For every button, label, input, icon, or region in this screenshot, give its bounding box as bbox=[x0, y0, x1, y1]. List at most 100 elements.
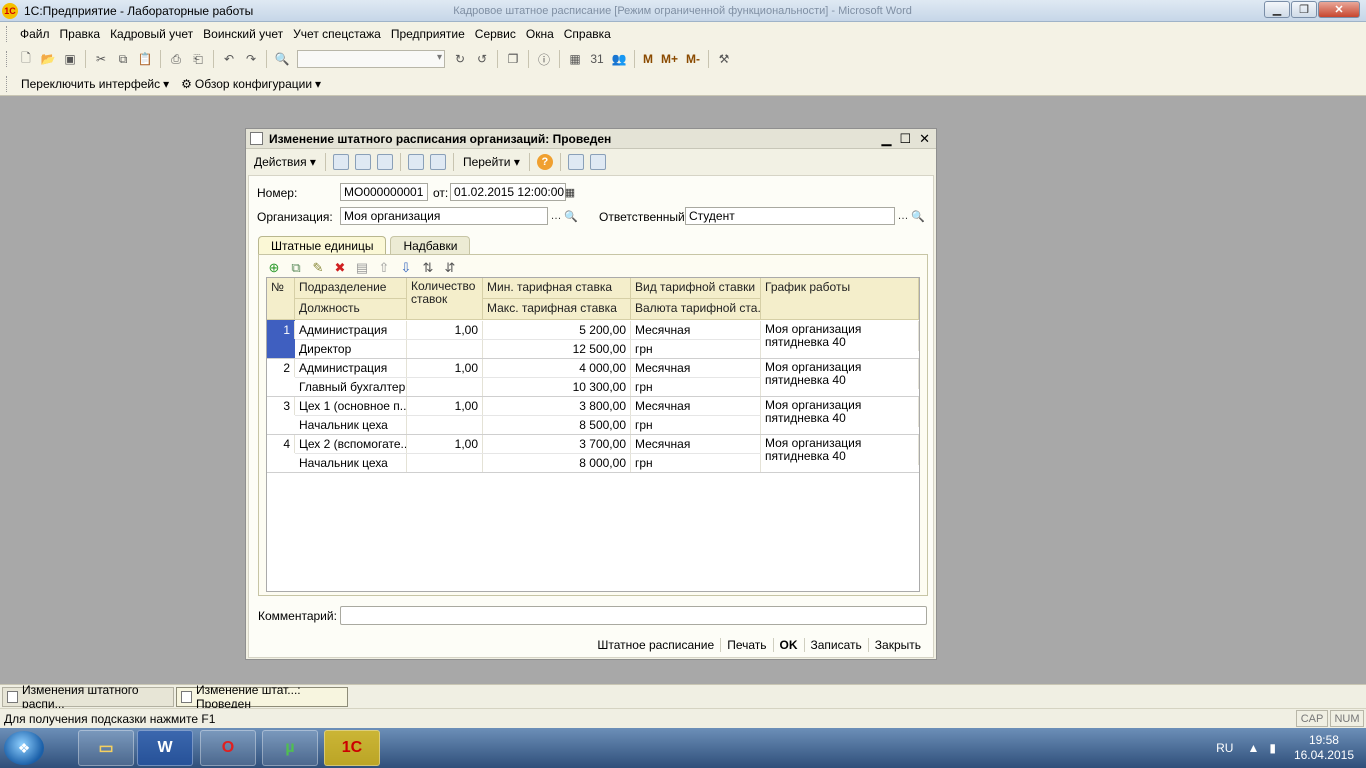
row-currency[interactable]: грн bbox=[631, 340, 761, 358]
list-view-icon[interactable] bbox=[567, 154, 584, 170]
calendar-icon[interactable]: 31 bbox=[589, 51, 605, 67]
tab-staff-units[interactable]: Штатные единицы bbox=[258, 236, 387, 254]
based-on-icon[interactable] bbox=[429, 154, 446, 170]
doc-maximize-button[interactable]: ☐ bbox=[899, 131, 911, 147]
network-icon[interactable]: ▮ bbox=[1269, 741, 1276, 755]
ok-button[interactable]: OK bbox=[772, 638, 804, 652]
row-department[interactable]: Администрация bbox=[295, 359, 407, 377]
tab-allowances[interactable]: Надбавки bbox=[390, 236, 471, 254]
menu-help[interactable]: Справка bbox=[559, 27, 616, 41]
row-position[interactable]: Начальник цеха bbox=[295, 416, 407, 434]
row-min-rate[interactable]: 4 000,00 bbox=[483, 359, 631, 377]
taskbar-opera-icon[interactable]: O bbox=[200, 730, 256, 766]
taskbar-utorrent-icon[interactable]: µ bbox=[262, 730, 318, 766]
config-overview-button[interactable]: ⚙ Обзор конфигурации ▾ bbox=[175, 77, 327, 91]
menu-special-service[interactable]: Учет спецстажа bbox=[288, 27, 386, 41]
save-button[interactable]: Записать bbox=[803, 638, 868, 652]
doc-minimize-button[interactable]: ▁ bbox=[881, 131, 891, 147]
windows-icon[interactable]: ❐ bbox=[505, 51, 521, 67]
row-currency[interactable]: грн bbox=[631, 454, 761, 472]
edit-row-icon[interactable]: ✎ bbox=[309, 260, 327, 276]
structure-icon[interactable] bbox=[589, 154, 606, 170]
organization-field[interactable]: Моя организация bbox=[340, 207, 548, 225]
row-max-rate[interactable]: 8 000,00 bbox=[483, 454, 631, 472]
row-rate-type[interactable]: Месячная bbox=[631, 397, 761, 415]
info-icon[interactable]: ⓘ bbox=[536, 51, 552, 67]
row-min-rate[interactable]: 3 800,00 bbox=[483, 397, 631, 415]
post-icon[interactable] bbox=[332, 154, 349, 170]
row-currency[interactable]: грн bbox=[631, 416, 761, 434]
goto-menu[interactable]: Перейти ▾ bbox=[458, 155, 525, 169]
open-icon[interactable]: 📂 bbox=[40, 51, 56, 67]
undo-icon[interactable]: ↶ bbox=[221, 51, 237, 67]
number-field[interactable]: МО000000001 bbox=[340, 183, 428, 201]
restore-button[interactable]: ❐ bbox=[1291, 1, 1317, 18]
new-document-icon[interactable]: 🗋 bbox=[18, 51, 34, 67]
header-max-rate[interactable]: Макс. тарифная ставка bbox=[483, 299, 631, 320]
memory-m-minus-button[interactable]: M- bbox=[686, 52, 700, 66]
taskbar-1c-icon[interactable]: 1С bbox=[324, 730, 380, 766]
header-min-rate[interactable]: Мин. тарифная ставка bbox=[483, 278, 631, 299]
move-down-icon[interactable]: ⇩ bbox=[397, 260, 415, 276]
header-count[interactable]: Количество ставок bbox=[407, 278, 483, 320]
switch-interface-button[interactable]: Переключить интерфейс ▾ bbox=[15, 77, 175, 91]
language-indicator[interactable]: RU bbox=[1216, 741, 1233, 755]
tools-icon[interactable]: ⚒ bbox=[716, 51, 732, 67]
taskbar-word-icon[interactable]: W bbox=[137, 730, 193, 766]
copy-icon[interactable]: ⧉ bbox=[115, 51, 131, 67]
sort-asc-icon[interactable]: ⇅ bbox=[419, 260, 437, 276]
help-icon[interactable]: ? bbox=[536, 154, 553, 170]
users-icon[interactable]: 👥 bbox=[611, 51, 627, 67]
taskbar-explorer-icon[interactable]: ▭ bbox=[78, 730, 134, 766]
responsible-field[interactable]: Студент bbox=[685, 207, 895, 225]
row-min-rate[interactable]: 3 700,00 bbox=[483, 435, 631, 453]
refresh-icon[interactable] bbox=[354, 154, 371, 170]
copy-row-icon[interactable]: ⧉ bbox=[287, 260, 305, 276]
move-up-icon[interactable]: ⇧ bbox=[375, 260, 393, 276]
row-department[interactable]: Цех 2 (вспомогате... bbox=[295, 435, 407, 453]
header-num[interactable]: № bbox=[267, 278, 295, 320]
header-currency[interactable]: Валюта тарифной ста... bbox=[631, 299, 761, 320]
row-max-rate[interactable]: 8 500,00 bbox=[483, 416, 631, 434]
sort-desc-icon[interactable]: ⇵ bbox=[441, 260, 459, 276]
comment-field[interactable] bbox=[340, 606, 927, 625]
staff-schedule-button[interactable]: Штатное расписание bbox=[591, 638, 720, 652]
row-num[interactable]: 2 bbox=[267, 359, 295, 377]
copy-document-icon[interactable] bbox=[376, 154, 393, 170]
cut-icon[interactable]: ✂ bbox=[93, 51, 109, 67]
row-rate-type[interactable]: Месячная bbox=[631, 321, 761, 339]
row-position[interactable]: Начальник цеха bbox=[295, 454, 407, 472]
row-min-rate[interactable]: 5 200,00 bbox=[483, 321, 631, 339]
find-prev-icon[interactable]: ↺ bbox=[474, 51, 490, 67]
search-combo[interactable] bbox=[297, 50, 445, 68]
add-row-icon[interactable]: ⊕ bbox=[265, 260, 283, 276]
row-num[interactable]: 3 bbox=[267, 397, 295, 415]
staff-units-grid[interactable]: № Подразделение Должность Количество ста… bbox=[266, 277, 920, 592]
print-button[interactable]: Печать bbox=[720, 638, 772, 652]
menu-military[interactable]: Воинский учет bbox=[198, 27, 288, 41]
row-department[interactable]: Цех 1 (основное п... bbox=[295, 397, 407, 415]
memory-m-plus-button[interactable]: M+ bbox=[661, 52, 678, 66]
organization-select-button[interactable]: … bbox=[548, 207, 564, 225]
menu-windows[interactable]: Окна bbox=[521, 27, 559, 41]
actions-menu[interactable]: Действия ▾ bbox=[249, 155, 321, 169]
row-max-rate[interactable]: 10 300,00 bbox=[483, 378, 631, 396]
row-num[interactable]: 1 bbox=[267, 321, 295, 339]
responsible-select-button[interactable]: … bbox=[895, 207, 911, 225]
end-edit-icon[interactable]: ▤ bbox=[353, 260, 371, 276]
header-schedule[interactable]: График работы bbox=[761, 278, 919, 320]
row-department[interactable]: Администрация bbox=[295, 321, 407, 339]
menu-hr[interactable]: Кадровый учет bbox=[105, 27, 198, 41]
row-max-rate[interactable]: 12 500,00 bbox=[483, 340, 631, 358]
calendar-icon[interactable]: ▦ bbox=[562, 183, 578, 201]
date-field[interactable]: 01.02.2015 12:00:00 bbox=[450, 183, 566, 201]
memory-m-button[interactable]: M bbox=[643, 52, 653, 66]
menu-edit[interactable]: Правка bbox=[55, 27, 106, 41]
window-tab-staff-changes-list[interactable]: Изменения штатного распи... bbox=[2, 683, 174, 711]
window-tab-staff-change-doc[interactable]: Изменение штат...: Проведен bbox=[176, 683, 348, 711]
row-currency[interactable]: грн bbox=[631, 378, 761, 396]
organization-search-icon[interactable]: 🔍 bbox=[563, 207, 579, 225]
row-rate-type[interactable]: Месячная bbox=[631, 359, 761, 377]
header-rate-type[interactable]: Вид тарифной ставки bbox=[631, 278, 761, 299]
clock[interactable]: 19:58 16.04.2015 bbox=[1294, 733, 1354, 763]
